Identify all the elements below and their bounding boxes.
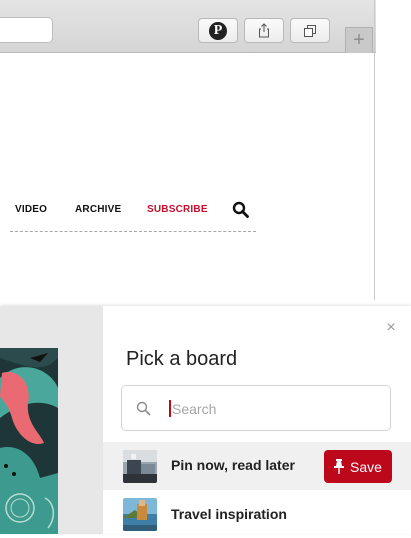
nav-divider — [10, 231, 256, 232]
search-icon — [232, 201, 249, 218]
pinterest-button[interactable]: P — [198, 18, 238, 43]
site-navigation: VIDEO ARCHIVE SUBSCRIBE — [0, 201, 376, 224]
board-thumbnail — [123, 498, 157, 531]
board-picker: × Pick a board Search Pin now, read late… — [103, 306, 411, 534]
browser-window-edge — [374, 0, 375, 300]
board-thumbnail — [123, 450, 157, 483]
board-search-input[interactable]: Search — [121, 385, 391, 431]
address-bar[interactable] — [0, 17, 53, 43]
search-placeholder: Search — [172, 401, 217, 417]
pin-dialog: × Pick a board Search Pin now, read late… — [0, 306, 411, 534]
share-icon — [259, 23, 269, 38]
pin-preview-image — [0, 348, 58, 534]
tabs-icon — [304, 24, 316, 37]
browser-window: P + VIDEO ARCHIVE SUBSCRIBE — [0, 0, 376, 300]
text-cursor — [169, 400, 171, 417]
pin-preview-pane — [0, 306, 103, 534]
plus-icon: + — [353, 29, 365, 51]
dialog-title: Pick a board — [126, 348, 238, 370]
share-button[interactable] — [244, 18, 284, 43]
board-name: Travel inspiration — [171, 506, 287, 522]
show-tabs-button[interactable] — [290, 18, 330, 43]
board-name: Pin now, read later — [171, 457, 295, 473]
nav-link-subscribe[interactable]: SUBSCRIBE — [147, 204, 208, 215]
nav-link-archive[interactable]: ARCHIVE — [75, 204, 121, 215]
browser-toolbar: P + — [0, 0, 376, 53]
nav-link-video[interactable]: VIDEO — [15, 204, 47, 215]
board-row-travel-inspiration[interactable]: Travel inspiration — [103, 490, 411, 538]
pin-icon — [334, 459, 345, 474]
site-search-button[interactable] — [232, 201, 249, 223]
save-button[interactable]: Save — [324, 450, 392, 483]
save-button-label: Save — [350, 458, 382, 475]
board-row-pin-now-read-later[interactable]: Pin now, read later Save — [103, 442, 411, 490]
pinterest-icon: P — [209, 21, 227, 40]
search-icon — [136, 401, 151, 416]
new-tab-button[interactable]: + — [345, 27, 373, 53]
close-icon[interactable]: × — [383, 320, 399, 336]
